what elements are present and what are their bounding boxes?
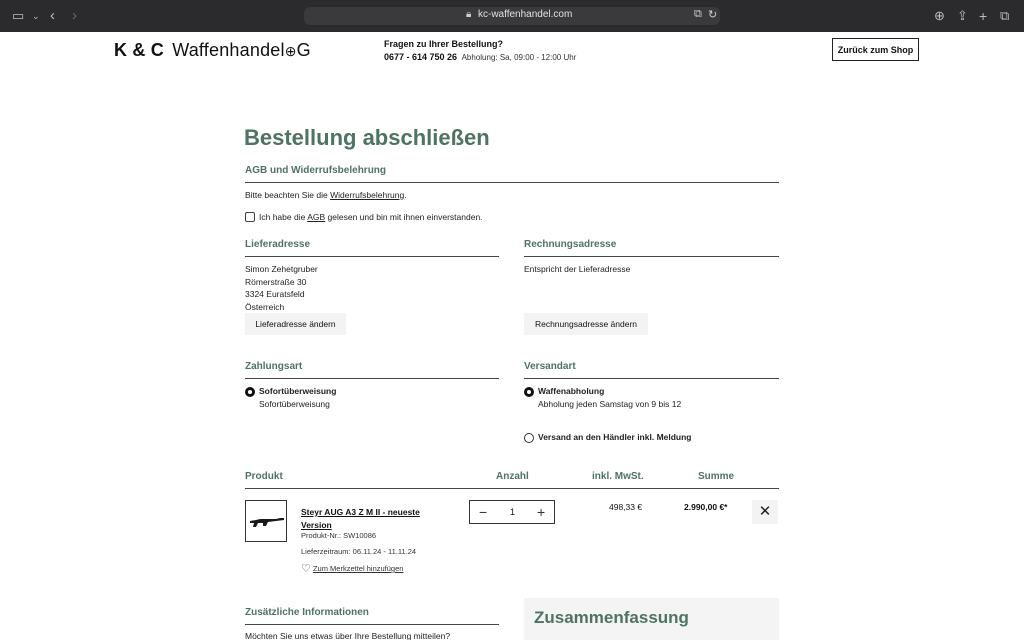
remove-item-button[interactable]: ✕ [752,500,778,524]
agb-checkbox-text: Ich habe die [259,212,308,222]
wishlist-link[interactable]: ♡ Zum Merkzettel hinzufügen [301,562,403,575]
product-vat: 498,33 € [609,502,643,512]
col-vat: inkl. MwSt. [592,471,644,482]
product-total: 2.990,00 €* [684,502,728,512]
payment-radio-sofort[interactable] [245,387,255,397]
delivery-heading: Lieferadresse [245,239,311,250]
product-sku: Produkt-Nr.: SW10086 [301,531,377,540]
site-logo[interactable]: K & C Waffenhandel⊕G [114,40,311,61]
shipping-option-sub: Abholung jeden Samstag von 9 bis 12 [538,398,682,409]
shipping-radio-pickup[interactable] [524,387,534,397]
product-name-link[interactable]: Steyr AUG A3 Z M II - neueste Version [301,506,436,531]
summary-panel: Zusammenfassung [524,598,779,640]
payment-option-sub: Sofortüberweisung [259,398,330,409]
shipping-radio-dealer[interactable] [524,433,534,443]
shipping-option-title: Waffenabholung [538,386,605,396]
col-total: Summe [698,471,735,482]
reload-icon[interactable]: ↻ [708,8,717,21]
delivery-name: Simon Zehetgruber [245,264,318,274]
agb-link[interactable]: AGB [307,212,325,222]
logo-suffix: G [296,40,311,60]
divider [245,182,779,183]
quantity-value: 1 [510,507,516,517]
widerruf-link[interactable]: Widerrufsbelehrung [330,190,404,200]
agb-notice: Bitte beachten Sie die Widerrufsbelehrun… [245,189,407,202]
col-product: Produkt [245,471,283,482]
extra-heading: Zusätzliche Informationen [245,607,369,618]
agb-notice-text: Bitte beachten Sie die [245,190,331,200]
chevron-down-icon[interactable]: ⌄ [32,8,40,24]
crosshair-icon: ⊕ [284,43,297,59]
divider [245,624,499,625]
pickup-hours: Abholung: Sa, 09:00 - 12:00 Uhr [461,53,577,62]
agb-notice-end: . [404,190,407,200]
summary-title: Zusammenfassung [534,608,689,627]
billing-heading: Rechnungsadresse [524,239,617,250]
change-billing-button[interactable]: Rechnungsadresse ändern [524,313,648,335]
agb-checkbox-label: Ich habe die AGB gelesen und bin mit ihn… [259,211,483,224]
divider [245,378,499,379]
browser-toolbar: ▭ ⌄ ‹ › 🔒︎ kc-waffenhandel.com ⧉ ↻ ⊕ ⇪ +… [0,0,1024,32]
divider [245,256,499,257]
phone-number[interactable]: 0677 - 614 750 26 [384,52,457,62]
increase-quantity-button[interactable]: + [537,504,545,520]
product-delivery: Lieferzeitraum: 06.11.24 - 11.11.24 [301,547,417,556]
billing-text: Entspricht der Lieferadresse [524,264,631,274]
tabs-icon[interactable]: ⧉ [1000,8,1009,24]
new-tab-icon[interactable]: + [979,8,987,24]
back-icon[interactable]: ‹ [50,8,55,24]
delivery-address: Simon Zehetgruber Römerstraße 30 3324 Eu… [245,263,318,313]
shipping-option-pickup: Waffenabholung Abholung jeden Samstag vo… [538,385,681,410]
share-icon[interactable]: ⇪ [957,8,968,24]
agb-checkbox[interactable] [245,212,255,222]
rifle-icon [250,518,284,527]
lock-icon: 🔒︎ [466,9,472,20]
quantity-stepper[interactable]: − 1 + [469,500,555,524]
extra-question: Möchten Sie uns etwas über Ihre Bestellu… [245,631,451,640]
logo-bold: K & C [114,40,164,60]
close-icon: ✕ [758,503,772,520]
agb-checkbox-text-end: gelesen und bin mit ihnen einverstanden. [325,212,483,222]
contact-info: Fragen zu Ihrer Bestellung? 0677 - 614 7… [384,39,576,62]
delivery-street: Römerstraße 30 [245,276,307,287]
shipping-option-dealer: Versand an den Händler inkl. Meldung [538,432,692,442]
translate-icon[interactable]: ⧉ [694,8,702,21]
back-to-shop-button[interactable]: Zurück zum Shop [832,38,919,61]
payment-heading: Zahlungsart [245,361,303,372]
agb-heading: AGB und Widerrufsbelehrung [245,165,387,176]
decrease-quantity-button[interactable]: − [479,504,487,520]
col-quantity: Anzahl [496,471,529,482]
wishlist-label: Zum Merkzettel hinzufügen [312,564,404,573]
divider [524,378,779,379]
product-thumbnail[interactable] [245,500,287,542]
change-delivery-button[interactable]: Lieferadresse ändern [245,313,346,335]
forward-icon[interactable]: › [72,8,77,24]
heart-icon: ♡ [301,563,311,575]
sidebar-icon[interactable]: ▭ [12,8,24,24]
address-bar[interactable]: 🔒︎ kc-waffenhandel.com ⧉ ↻ [304,7,720,25]
divider [245,488,779,489]
payment-option: Sofortüberweisung Sofortüberweisung [259,385,336,410]
shipping-heading: Versandart [524,361,576,372]
delivery-city: 3324 Euratsfeld [245,289,305,299]
download-icon[interactable]: ⊕ [934,8,945,24]
url-text: kc-waffenhandel.com [478,9,573,20]
logo-text: Waffenhandel [172,40,285,60]
page-title: Bestellung abschließen [244,125,490,150]
contact-question: Fragen zu Ihrer Bestellung? [384,39,504,49]
delivery-country: Österreich [245,301,285,312]
payment-option-title: Sofortüberweisung [259,386,337,396]
divider [524,256,779,257]
